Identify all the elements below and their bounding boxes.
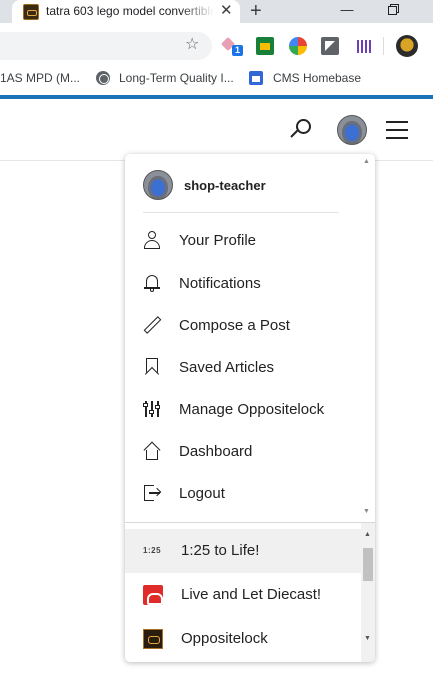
site-list-scrollbar[interactable]: ▲ ▼ bbox=[361, 523, 375, 662]
menu-item-notifications[interactable]: Notifications bbox=[143, 268, 343, 298]
hamburger-menu-icon[interactable] bbox=[386, 119, 408, 141]
dropdown-user-header[interactable]: shop-teacher bbox=[143, 170, 343, 202]
home-icon bbox=[143, 441, 161, 460]
menu-scrollbar[interactable]: ▼ bbox=[361, 154, 374, 522]
site-item-label: Live and Let Diecast! bbox=[181, 586, 322, 603]
address-bar[interactable] bbox=[0, 32, 212, 60]
username: shop-teacher bbox=[184, 178, 266, 193]
site-item-label: 1:25 to Life! bbox=[181, 542, 260, 559]
site-header bbox=[0, 99, 433, 161]
bookmark-star-icon[interactable]: ☆ bbox=[185, 36, 199, 54]
menu-item-label: Compose a Post bbox=[179, 317, 290, 334]
scroll-down-arrow-icon[interactable]: ▼ bbox=[364, 635, 371, 642]
browser-profile-avatar[interactable] bbox=[396, 35, 418, 57]
user-dropdown-menu: ▲ shop-teacher Your Profile Notification… bbox=[125, 154, 375, 662]
menu-item-compose-post[interactable]: Compose a Post bbox=[143, 310, 343, 340]
new-tab-button[interactable]: + bbox=[250, 0, 262, 22]
bookmark-item[interactable]: Long-Term Quality I... bbox=[119, 71, 234, 85]
menu-item-label: Manage Oppositelock bbox=[179, 401, 325, 418]
scrollbar-thumb[interactable] bbox=[363, 548, 373, 581]
scroll-down-arrow-icon[interactable]: ▼ bbox=[363, 508, 370, 515]
toolbar-divider bbox=[383, 37, 384, 55]
menu-item-dashboard[interactable]: Dashboard bbox=[143, 436, 343, 466]
tab-close-icon[interactable]: ✕ bbox=[220, 2, 233, 20]
browser-tab-strip: tatra 603 lego model convertible ✕ + — bbox=[0, 0, 433, 23]
avatar bbox=[143, 170, 173, 200]
oppositelock-logo-icon bbox=[143, 629, 163, 649]
window-minimize-button[interactable]: — bbox=[327, 0, 367, 23]
scroll-up-arrow-icon[interactable]: ▲ bbox=[364, 531, 371, 538]
logout-icon bbox=[143, 484, 162, 502]
bookmark-item[interactable]: 1AS MPD (M... bbox=[0, 71, 80, 85]
diecast-logo-icon bbox=[143, 585, 163, 605]
menu-item-label: Saved Articles bbox=[179, 359, 275, 376]
site-logo: 1:25 bbox=[143, 546, 162, 555]
bookmark-item[interactable]: CMS Homebase bbox=[273, 71, 361, 85]
menu-item-label: Dashboard bbox=[179, 443, 253, 460]
user-icon bbox=[143, 231, 161, 249]
site-list: 1:25 1:25 to Life! Live and Let Diecast!… bbox=[125, 529, 361, 659]
window-restore-button[interactable] bbox=[372, 0, 412, 23]
bookmark-icon bbox=[143, 358, 161, 382]
divider bbox=[125, 522, 375, 523]
menu-item-logout[interactable]: Logout bbox=[143, 478, 343, 508]
menu-item-label: Logout bbox=[179, 485, 225, 502]
search-icon[interactable] bbox=[289, 117, 313, 143]
menu-item-label: Your Profile bbox=[179, 232, 256, 249]
site-item-label: Oppositelock bbox=[181, 630, 268, 647]
site-item-oppositelock[interactable]: Oppositelock bbox=[125, 617, 361, 661]
menu-item-saved-articles[interactable]: Saved Articles bbox=[143, 352, 343, 382]
restore-icon bbox=[387, 6, 397, 15]
browser-toolbar: ☆ 1 bbox=[0, 23, 433, 65]
site-item-live-and-let-diecast[interactable]: Live and Let Diecast! bbox=[125, 573, 361, 617]
screenshot-extension-icon[interactable] bbox=[321, 37, 339, 55]
divider bbox=[143, 212, 339, 213]
site-favicon-icon bbox=[23, 4, 39, 20]
browser-tab[interactable]: tatra 603 lego model convertible ✕ bbox=[12, 0, 240, 23]
user-avatar-button[interactable] bbox=[337, 115, 367, 145]
tab-title: tatra 603 lego model convertible bbox=[46, 4, 214, 18]
pencil-icon bbox=[143, 316, 162, 334]
bell-icon bbox=[143, 274, 161, 292]
sliders-icon bbox=[143, 400, 161, 418]
cms-icon bbox=[249, 71, 263, 85]
bookmarks-bar: 1AS MPD (M... Long-Term Quality I... CMS… bbox=[0, 65, 433, 92]
color-picker-extension-icon[interactable] bbox=[289, 37, 307, 55]
menu-item-manage-oppositelock[interactable]: Manage Oppositelock bbox=[143, 394, 343, 424]
extension-badge-icon[interactable]: 1 bbox=[220, 36, 243, 56]
menu-item-your-profile[interactable]: Your Profile bbox=[143, 225, 343, 255]
bars-extension-icon[interactable] bbox=[354, 37, 372, 55]
classroom-extension-icon[interactable] bbox=[256, 37, 274, 55]
site-item-125-to-life[interactable]: 1:25 1:25 to Life! bbox=[125, 529, 361, 573]
globe-icon bbox=[96, 71, 110, 85]
menu-item-label: Notifications bbox=[179, 275, 261, 292]
